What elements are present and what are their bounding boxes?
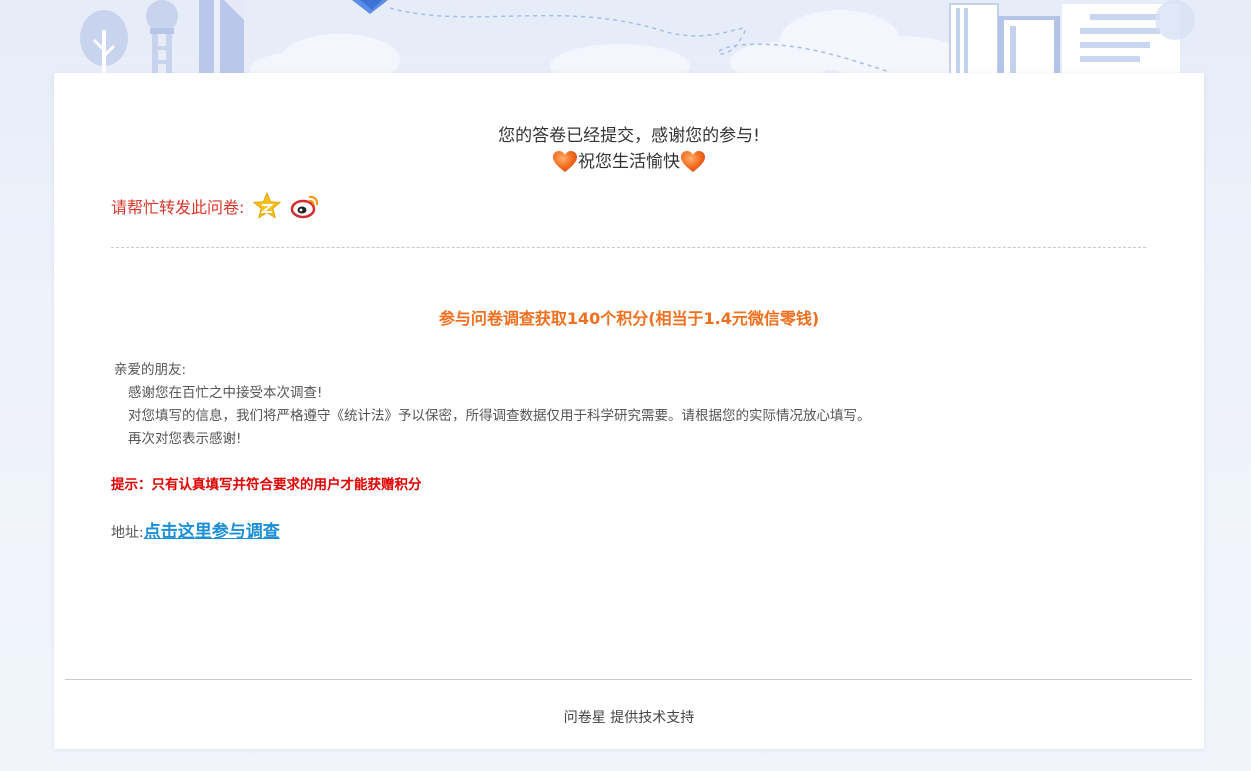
footer-divider (65, 679, 1192, 680)
tip-text: 提示：只有认真填写并符合要求的用户才能获赠积分 (111, 477, 422, 493)
heart-icon (553, 151, 577, 172)
wish-text: 祝您生活愉快 (578, 152, 680, 172)
share-label: 请帮忙转发此问卷: (111, 198, 245, 217)
share-row: 请帮忙转发此问卷: (111, 191, 320, 221)
thanks-message: 您的答卷已经提交，感谢您的参与! 祝您生活愉快 (54, 123, 1204, 175)
footer-credit: 问卷星 提供技术支持 (563, 710, 695, 726)
survey-link[interactable]: 点击这里参与调查 (144, 517, 280, 542)
submitted-text: 您的答卷已经提交，感谢您的参与! (498, 126, 760, 146)
letter-line: 感谢您在百忙之中接受本次调查! (128, 385, 323, 401)
letter-line: 对您填写的信息，我们将严格遵守《统计法》予以保密，所得调查数据仅用于科学研究需要… (128, 408, 871, 424)
address-label: 地址: (111, 525, 144, 541)
wish-line: 祝您生活愉快 (54, 149, 1204, 175)
header-illustration (80, 0, 1195, 80)
letter-line: 再次对您表示感谢! (128, 431, 242, 447)
survey-letter: 亲爱的朋友: 感谢您在百忙之中接受本次调查! 对您填写的信息，我们将严格遵守《统… (114, 359, 871, 451)
qzone-star-icon[interactable] (252, 191, 282, 221)
points-headline: 参与问卷调查获取140个积分(相当于1.4元微信零钱) (438, 309, 820, 328)
heart-icon (681, 151, 705, 172)
weibo-icon[interactable] (290, 191, 320, 221)
letter-greeting: 亲爱的朋友: (114, 362, 187, 378)
result-card: 您的答卷已经提交，感谢您的参与! 祝您生活愉快 请帮忙转发此问卷: 参与问卷调查… (54, 73, 1204, 749)
section-divider (111, 247, 1146, 248)
address-row: 地址: 点击这里参与调查 (111, 517, 280, 542)
page: 您的答卷已经提交，感谢您的参与! 祝您生活愉快 请帮忙转发此问卷: 参与问卷调查… (0, 0, 1251, 771)
